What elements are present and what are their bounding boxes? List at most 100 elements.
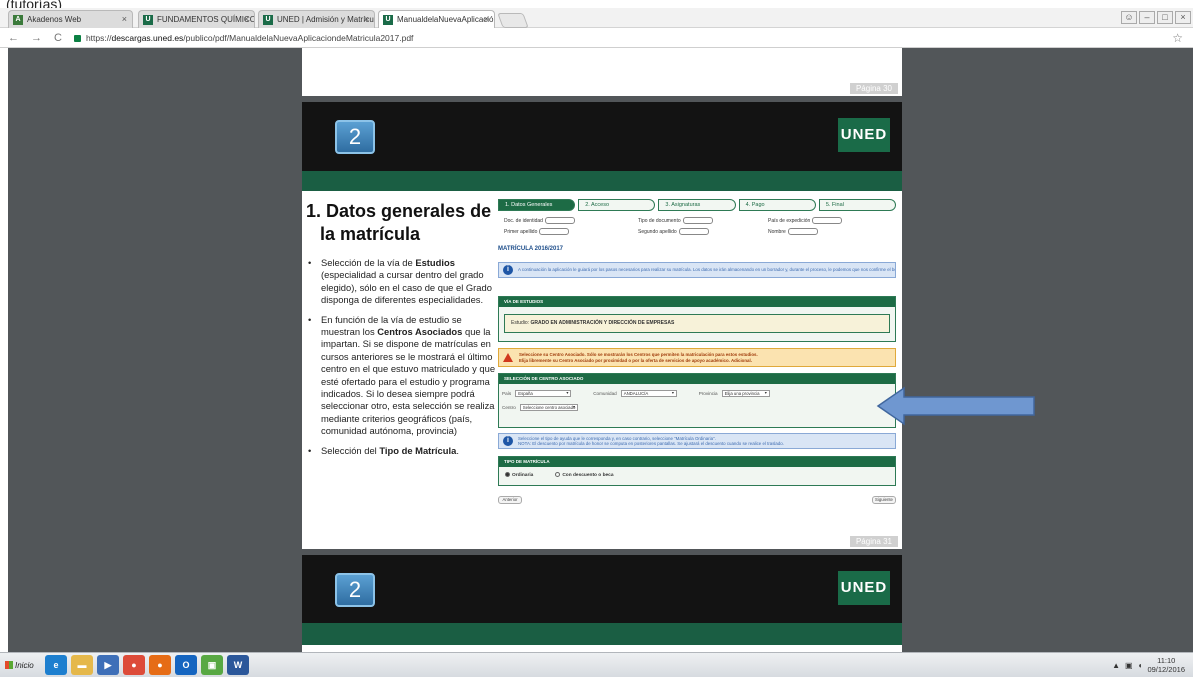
step-tabs: 1. Datos Generales 2. Acceso 3. Asignatu… bbox=[498, 199, 897, 211]
maximize-button[interactable]: □ bbox=[1157, 11, 1173, 24]
centro-row: Centro Seleccione centro asociado bbox=[502, 402, 578, 412]
field-row: País de expedición bbox=[768, 216, 888, 225]
browser-tab[interactable]: A Akadenos Web × bbox=[8, 10, 133, 28]
back-icon[interactable]: ← bbox=[8, 32, 19, 44]
tab-label: FUNDAMENTOS QUÍMICOS bbox=[157, 15, 255, 24]
slide-title: 1. Datos generales de la matrícula bbox=[306, 200, 491, 246]
app-icon[interactable]: ▣ bbox=[201, 655, 223, 675]
location-row: País España Comunidad ANDALUCÍA Provinci… bbox=[502, 388, 770, 398]
tab-favicon-icon: U bbox=[143, 14, 153, 25]
tray-arrow-icon[interactable]: ▲ bbox=[1112, 661, 1120, 670]
bookmark-star-icon[interactable]: ☆ bbox=[1172, 31, 1183, 45]
green-band bbox=[302, 623, 902, 645]
siguiente-button[interactable]: Siguiente bbox=[872, 496, 896, 504]
info-icon: i bbox=[503, 265, 513, 275]
tab-label: UNED | Admisión y Matrícul bbox=[277, 15, 375, 24]
title-line: la matrícula bbox=[320, 224, 421, 244]
info-box: i Seleccione el tipo de ayuda que le cor… bbox=[498, 433, 896, 449]
pdf-page-31: 2 UNED 1. Datos generales de la matrícul… bbox=[302, 102, 902, 549]
embedded-screenshot: 1. Datos Generales 2. Acceso 3. Asignatu… bbox=[495, 196, 899, 542]
step-tab: 4. Pago bbox=[738, 199, 816, 211]
step-tab: 2. Acceso bbox=[578, 199, 656, 211]
info-icon: i bbox=[503, 436, 513, 446]
page-number: Página 31 bbox=[849, 536, 898, 547]
reload-icon[interactable]: C bbox=[54, 32, 62, 44]
field-row: Segundo apellido bbox=[638, 227, 758, 236]
tab-favicon-icon: U bbox=[263, 14, 273, 25]
media-icon[interactable]: ▶ bbox=[97, 655, 119, 675]
bullet-item: Selección de la vía de Estudios (especia… bbox=[308, 257, 498, 307]
outlook-icon[interactable]: O bbox=[175, 655, 197, 675]
anterior-button[interactable]: Anterior bbox=[498, 496, 522, 504]
tab-favicon-icon: U bbox=[383, 14, 393, 25]
start-button[interactable]: Inicio bbox=[5, 656, 41, 674]
info-box: i A continuación la aplicación le guiará… bbox=[498, 262, 896, 278]
browser-tab[interactable]: U UNED | Admisión y Matrícul × bbox=[258, 10, 375, 28]
clock[interactable]: 11:10 09/12/2016 bbox=[1147, 656, 1185, 674]
pdf-page-32: 2 UNED bbox=[302, 555, 902, 652]
tipo-matricula-section: TIPO DE MATRÍCULA Ordinaria Con descuent… bbox=[498, 456, 896, 486]
lock-icon bbox=[73, 34, 81, 42]
system-tray: ▲ ▣ ◖ 11:10 09/12/2016 bbox=[1112, 656, 1185, 674]
close-icon[interactable]: × bbox=[122, 14, 127, 24]
ie-icon[interactable]: e bbox=[45, 655, 67, 675]
url-host: descargas.uned.es bbox=[111, 33, 184, 43]
field-row: Tipo de documento bbox=[638, 216, 758, 225]
comunidad-select[interactable]: ANDALUCÍA bbox=[620, 389, 677, 397]
step-tab: 1. Datos Generales bbox=[498, 199, 576, 211]
radio-ordinaria[interactable]: Ordinaria bbox=[505, 472, 533, 478]
pdf-viewer[interactable]: Página 30 2 UNED 1. Datos generales de l… bbox=[8, 48, 1193, 652]
radio-group: Ordinaria Con descuento o beca bbox=[505, 472, 614, 478]
close-icon[interactable]: × bbox=[484, 14, 489, 24]
forward-icon[interactable]: → bbox=[31, 32, 42, 44]
address-bar: ← → C https://descargas.uned.es/publico/… bbox=[0, 29, 1193, 48]
pdf-page-30: Página 30 bbox=[302, 48, 902, 96]
url-path: /publico/pdf/ManualdelaNuevaAplicacionde… bbox=[183, 33, 414, 43]
close-icon[interactable]: × bbox=[244, 14, 249, 24]
section-header: SELECCIÓN DE CENTRO ASOCIADO bbox=[499, 374, 895, 384]
firefox-icon[interactable]: ● bbox=[149, 655, 171, 675]
user-icon[interactable]: ☺ bbox=[1121, 11, 1137, 24]
browser-tab[interactable]: U FUNDAMENTOS QUÍMICOS × bbox=[138, 10, 255, 28]
windows-icon bbox=[5, 661, 13, 669]
centro-select[interactable]: Seleccione centro asociado bbox=[519, 403, 578, 411]
tab-favicon-icon: A bbox=[13, 14, 23, 25]
new-tab-button[interactable] bbox=[497, 13, 529, 28]
chrome-icon[interactable]: ● bbox=[123, 655, 145, 675]
folder-icon[interactable]: ▬ bbox=[71, 655, 93, 675]
pointer-arrow-icon bbox=[876, 386, 1035, 426]
minimize-button[interactable]: – bbox=[1139, 11, 1155, 24]
warning-box: Seleccione su Centro Asociado. Sólo se m… bbox=[498, 348, 896, 367]
bullet-list: Selección de la vía de Estudios (especia… bbox=[308, 257, 498, 464]
estudio-row: Estudio: GRADO EN ADMINISTRACIÓN Y DIREC… bbox=[504, 314, 890, 333]
field-row: Primer apellido bbox=[504, 227, 624, 236]
matricula-heading: MATRÍCULA 2016/2017 bbox=[498, 246, 564, 252]
slide-header: 2 UNED bbox=[302, 555, 902, 623]
network-icon[interactable]: ▣ bbox=[1125, 661, 1133, 670]
step-tab: 5. Final bbox=[818, 199, 897, 211]
volume-icon[interactable]: ◖ bbox=[1138, 661, 1143, 670]
pais-select[interactable]: España bbox=[515, 389, 572, 397]
section-header: VÍA DE ESTUDIOS bbox=[499, 297, 895, 307]
step-tab: 3. Asignaturas bbox=[658, 199, 736, 211]
centro-asociado-section: SELECCIÓN DE CENTRO ASOCIADO País España… bbox=[498, 373, 896, 428]
url-field[interactable]: https://descargas.uned.es/publico/pdf/Ma… bbox=[86, 33, 413, 43]
close-window-button[interactable]: × bbox=[1175, 11, 1191, 24]
field-row: Doc. de identidad bbox=[504, 216, 624, 225]
slide-header: 2 UNED bbox=[302, 102, 902, 171]
field-row: Nombre bbox=[768, 227, 888, 236]
word-icon[interactable]: W bbox=[227, 655, 249, 675]
tab-label: ManualdelaNuevaAplicación bbox=[397, 15, 495, 24]
provincia-select[interactable]: Elija una provincia bbox=[721, 389, 770, 397]
bullet-item: En función de la vía de estudio se muest… bbox=[308, 314, 498, 438]
uned-logo: UNED bbox=[838, 118, 890, 152]
close-icon[interactable]: × bbox=[364, 14, 369, 24]
radio-descuento[interactable]: Con descuento o beca bbox=[555, 472, 614, 478]
section-header: TIPO DE MATRÍCULA bbox=[499, 457, 895, 467]
browser-tab-active[interactable]: U ManualdelaNuevaAplicación × bbox=[378, 10, 495, 28]
section-badge: 2 bbox=[335, 573, 375, 607]
bullet-item: Selección del Tipo de Matrícula. bbox=[308, 445, 498, 458]
url-scheme: https:// bbox=[85, 33, 112, 43]
via-estudios-section: VÍA DE ESTUDIOS Estudio: GRADO EN ADMINI… bbox=[498, 296, 896, 342]
uned-logo: UNED bbox=[838, 571, 890, 605]
